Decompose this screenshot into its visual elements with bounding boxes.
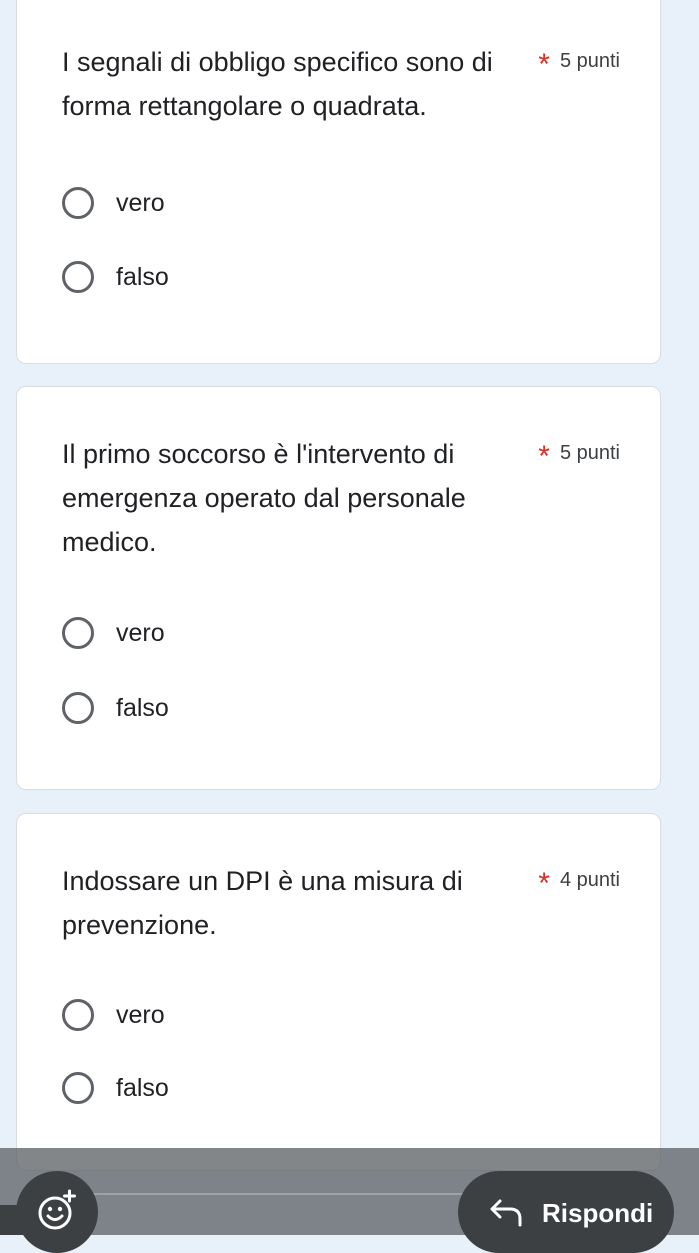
option-label: falso [116, 693, 169, 722]
option-vero[interactable]: vero [62, 183, 165, 223]
question-card-2: Il primo soccorso è l'intervento di emer… [16, 386, 661, 790]
reply-label: Rispondi [542, 1198, 654, 1228]
radio-button[interactable] [62, 692, 94, 724]
add-reaction-button[interactable] [16, 1171, 98, 1253]
option-falso[interactable]: falso [62, 688, 169, 728]
question-text: Il primo soccorso è l'intervento di emer… [62, 439, 466, 557]
required-asterisk: * [538, 440, 550, 473]
question-text: I segnali di obbligo specifico sono di f… [62, 47, 493, 121]
radio-button[interactable] [62, 999, 94, 1031]
question-text: Indossare un DPI è una misura di prevenz… [62, 866, 463, 940]
question-header: Indossare un DPI è una misura di prevenz… [62, 859, 620, 947]
reply-button[interactable]: Rispondi [458, 1171, 674, 1253]
divider [92, 1193, 472, 1195]
question-points: 5 punti [559, 441, 620, 464]
option-falso[interactable]: falso [62, 257, 169, 297]
question-points: 4 punti [559, 868, 620, 891]
option-label: vero [116, 618, 165, 647]
question-header: I segnali di obbligo specifico sono di f… [62, 40, 620, 128]
option-label: vero [116, 1000, 165, 1029]
question-points: 5 punti [559, 49, 620, 72]
option-falso[interactable]: falso [62, 1068, 169, 1108]
option-vero[interactable]: vero [62, 995, 165, 1035]
add-reaction-icon [35, 1189, 79, 1238]
question-meta: * 5 punti [538, 46, 620, 80]
option-vero[interactable]: vero [62, 613, 165, 653]
radio-button[interactable] [62, 617, 94, 649]
radio-button[interactable] [62, 261, 94, 293]
radio-button[interactable] [62, 1072, 94, 1104]
option-label: falso [116, 1073, 169, 1102]
question-card-3: Indossare un DPI è una misura di prevenz… [16, 813, 661, 1171]
question-meta: * 4 punti [538, 865, 620, 899]
option-label: vero [116, 188, 165, 217]
option-label: falso [116, 262, 169, 291]
question-header: Il primo soccorso è l'intervento di emer… [62, 432, 620, 564]
reply-arrow-icon [488, 1197, 524, 1232]
required-asterisk: * [538, 867, 550, 900]
question-card-1: I segnali di obbligo specifico sono di f… [16, 0, 661, 364]
required-asterisk: * [538, 48, 550, 81]
radio-button[interactable] [62, 187, 94, 219]
question-meta: * 5 punti [538, 438, 620, 472]
